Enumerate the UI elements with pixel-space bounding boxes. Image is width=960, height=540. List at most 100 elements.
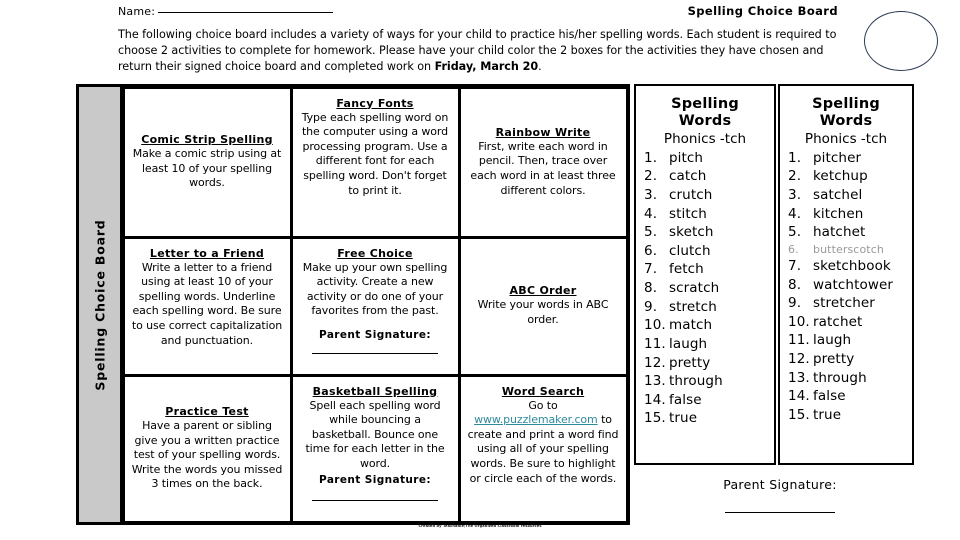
parent-signature-block: Parent Signature: [690, 477, 870, 513]
activity-cell-free-choice[interactable]: Free Choice Make up your own spelling ac… [289, 235, 461, 377]
word-list-item-number: 14. [788, 388, 810, 405]
activity-title: Comic Strip Spelling [141, 133, 273, 147]
word-list-item-word: sketch [669, 224, 714, 241]
word-list-item-number: 12. [644, 354, 666, 371]
activity-title: Letter to a Friend [149, 246, 265, 260]
word-list-item: 14. false [788, 387, 904, 406]
intro-text-end: . [538, 59, 542, 73]
word-list-item: 1. pitch [644, 149, 766, 168]
word-list-item-word: crutch [669, 186, 713, 203]
word-list-item: 9. stretch [644, 298, 766, 317]
name-field[interactable]: Name: [118, 5, 334, 18]
page-header: Name: Spelling Choice Board The followin… [118, 4, 838, 75]
word-list-item-word: clutch [669, 242, 711, 259]
word-list-item-number: 14. [644, 391, 666, 408]
word-list-item-number: 8. [644, 280, 658, 297]
activity-title: Rainbow Write [495, 125, 591, 139]
page-title: Spelling Choice Board [687, 4, 838, 18]
word-list-item-word: pretty [813, 351, 855, 368]
word-list-item-number: 1. [788, 149, 802, 166]
word-list-item: 5. sketch [644, 223, 766, 242]
word-list-item-number: 9. [644, 298, 658, 315]
activity-cell-word-search[interactable]: Word Search Go to www.puzzlemaker.com to… [457, 373, 629, 524]
word-list-item-number: 15. [644, 410, 666, 427]
parent-signature-label: Parent Signature: [723, 477, 837, 492]
word-list-item-number: 1. [644, 149, 658, 166]
word-list-item: 2. catch [644, 167, 766, 186]
spelling-word-list-1: Spelling Words Phonics -tch 1. pitch 2. cat… [634, 84, 776, 465]
word-list-item-number: 6. [644, 242, 658, 259]
board-side-label-text: Spelling Choice Board [92, 218, 107, 391]
word-list-item: 1. pitcher [788, 149, 904, 168]
word-list-item: 15. true [644, 409, 766, 428]
word-list-subtitle: Phonics -tch [804, 130, 888, 147]
activity-cell-abc-order[interactable]: ABC Order Write your words in ABC order. [457, 235, 629, 377]
word-list-item-number: 2. [644, 168, 658, 185]
word-list-item-number: 5. [644, 224, 658, 241]
word-list-item-word: stretcher [813, 295, 875, 312]
activity-cell-fancy-fonts[interactable]: Fancy Fonts Type each spelling word on t… [289, 85, 461, 239]
word-list-item-number: 13. [788, 369, 810, 386]
activity-cell-letter-to-a-friend[interactable]: Letter to a Friend Write a letter to a f… [121, 235, 293, 377]
activity-body-before: Go to [528, 398, 558, 412]
word-list-title: Spelling Words [671, 96, 739, 130]
activity-body: Make a comic strip using at least 10 of … [132, 147, 282, 190]
word-list-item-number: 3. [644, 186, 658, 203]
word-list-item-number: 12. [788, 351, 810, 368]
word-list-item-word: false [669, 391, 702, 408]
word-list-item-number: 10. [788, 313, 810, 330]
parent-signature-label: Parent Signature: [319, 473, 431, 486]
word-list-item-word: watchtower [813, 276, 894, 293]
word-list-item: 8. watchtower [788, 276, 904, 295]
name-write-line[interactable] [158, 12, 334, 13]
word-list-item-number: 11. [644, 335, 666, 352]
word-list-item-word: false [813, 388, 846, 405]
activity-body: Have a parent or sibling give you a writ… [131, 418, 283, 491]
activity-cell-comic-strip-spelling[interactable]: Comic Strip Spelling Make a comic strip … [121, 85, 293, 239]
parent-signature-line[interactable] [725, 512, 835, 513]
word-list-item: 2. ketchup [788, 167, 904, 186]
choice-board-grid: Comic Strip Spelling Make a comic strip … [121, 85, 629, 524]
activity-title: ABC Order [509, 284, 577, 298]
word-list-item-word: pitch [669, 149, 704, 166]
word-list-item-word: match [669, 317, 713, 334]
word-list-item: 3. satchel [788, 186, 904, 205]
word-list-item-number: 4. [788, 205, 802, 222]
spelling-word-list-2: Spelling Words Phonics -tch 1. pitcher 2. k… [778, 84, 914, 465]
activity-body: Go to www.puzzlemaker.com to create and … [468, 399, 619, 487]
word-list-item: 10. ratchet [788, 313, 904, 332]
word-list-item: 4. kitchen [788, 205, 904, 224]
word-list-item-number: 3. [788, 186, 802, 203]
word-list-item-number: 6. [788, 242, 799, 256]
word-list-item-word: satchel [813, 186, 863, 203]
word-list-item-word: pitcher [813, 149, 862, 166]
puzzlemaker-link[interactable]: www.puzzlemaker.com [474, 413, 598, 426]
due-date: Friday, March 20 [434, 59, 539, 73]
word-list-item: 11. laugh [788, 331, 904, 350]
word-list-item-number: 10. [644, 317, 666, 334]
activity-cell-practice-test[interactable]: Practice Test Have a parent or sibling g… [121, 373, 293, 524]
word-list-item-word: hatchet [813, 224, 866, 241]
word-list-item-word: sketchbook [813, 257, 891, 274]
parent-signature-label: Parent Signature: [319, 329, 431, 341]
word-list-item: 13. through [644, 372, 766, 391]
board-side-label: Spelling Choice Board [79, 87, 123, 522]
word-list-item-word: stretch [669, 298, 717, 315]
word-list-item-word: laugh [813, 332, 852, 349]
word-list-item-number: 4. [644, 205, 658, 222]
activity-cell-basketball-spelling[interactable]: Basketball Spelling Spell each spelling … [289, 373, 461, 524]
activity-title: Fancy Fonts [336, 96, 414, 110]
activity-title: Basketball Spelling [312, 384, 438, 398]
word-list-title: Spelling Words [812, 96, 880, 130]
word-list-item-word: pretty [669, 354, 711, 371]
parent-signature-line[interactable] [311, 499, 439, 501]
word-list-item: 11. laugh [644, 335, 766, 354]
word-list-item: 3. crutch [644, 186, 766, 205]
activity-cell-rainbow-write[interactable]: Rainbow Write First, write each word in … [457, 85, 629, 239]
parent-signature-line[interactable] [311, 353, 439, 354]
word-list-item-number: 13. [644, 373, 666, 390]
word-list-item: 4. stitch [644, 205, 766, 224]
word-list-item: 7. fetch [644, 260, 766, 279]
word-list-item: 6. butterscotch [788, 242, 904, 257]
choice-board-table: Spelling Choice Board Comic Strip Spelli… [76, 84, 630, 525]
